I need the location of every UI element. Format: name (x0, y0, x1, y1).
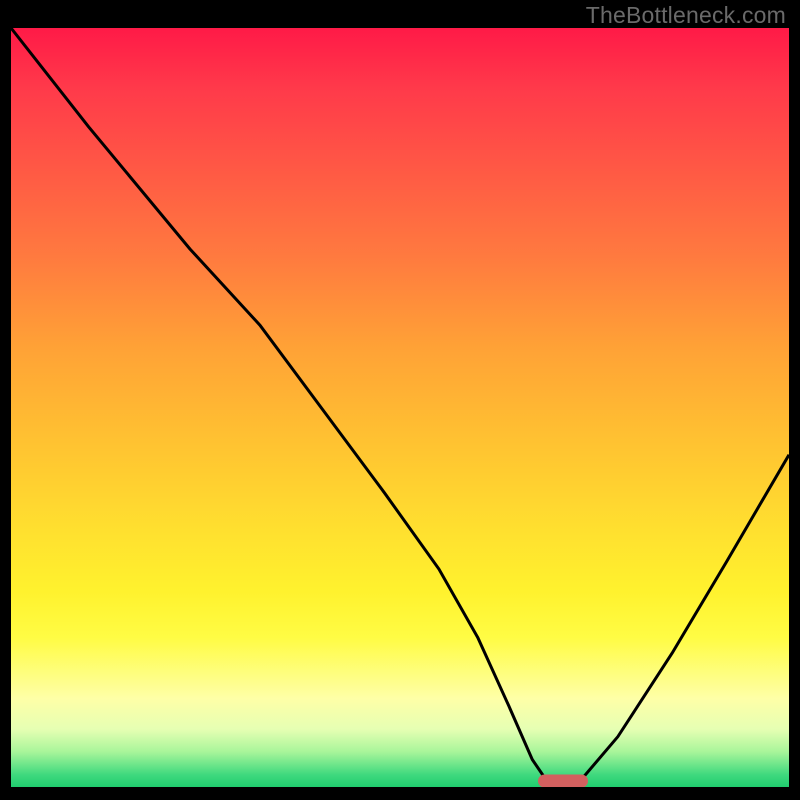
x-axis-line (11, 787, 789, 790)
curve-path (11, 28, 789, 782)
bottleneck-curve (11, 28, 789, 790)
watermark-text: TheBottleneck.com (586, 2, 786, 29)
plot-area (11, 28, 789, 790)
chart-frame: TheBottleneck.com (0, 0, 800, 800)
optimum-marker-pill (538, 774, 588, 787)
